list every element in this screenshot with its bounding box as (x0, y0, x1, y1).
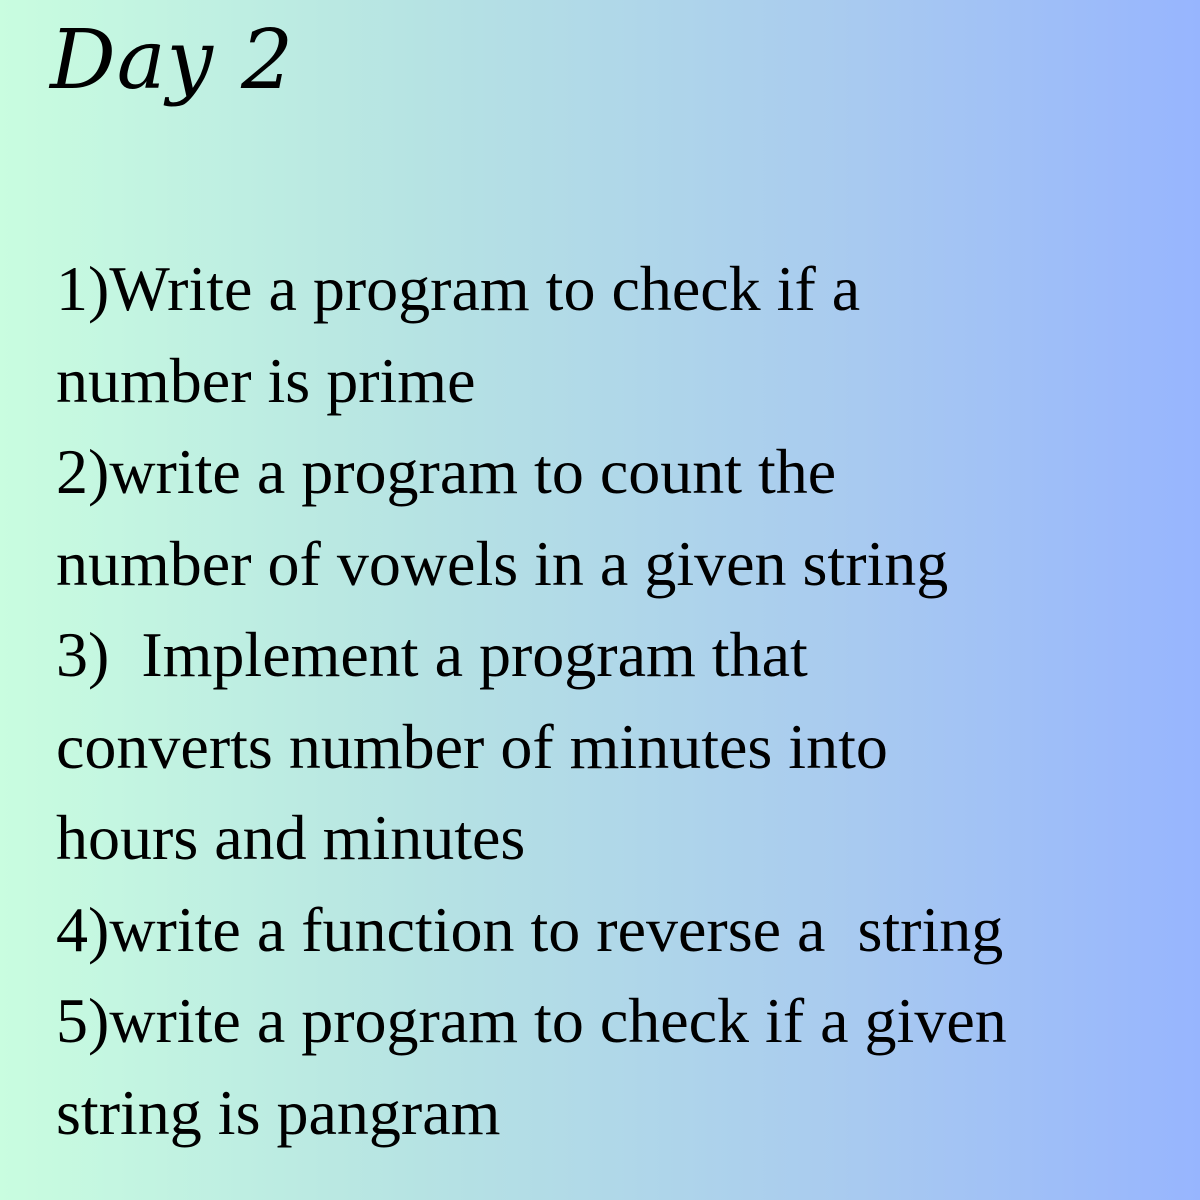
task-text-line: string is pangram (56, 1076, 501, 1148)
task-text-line: converts number of minutes into (56, 710, 888, 782)
task-text-line: 5)write a program to check if a given (56, 985, 1007, 1056)
task-text-line: 4)write a function to reverse a string (56, 893, 1004, 965)
task-text-line: hours and minutes (56, 802, 526, 873)
task-text-line: 3) Implement a program that (56, 619, 808, 690)
task-item: 1)Write a program to check if a number i… (56, 243, 1176, 426)
page-title: Day 2 (50, 13, 295, 108)
task-item: 5)write a program to check if a given st… (56, 975, 1176, 1158)
task-text-line: number is prime (56, 344, 476, 416)
task-list: 1)Write a program to check if a number i… (56, 243, 1176, 1158)
task-item: 4)write a function to reverse a string (56, 884, 1176, 976)
page-background: Day 2 1)Write a program to check if a nu… (0, 0, 1200, 1200)
task-text-line: 2)write a program to count the (56, 436, 837, 507)
task-text-line: number of vowels in a given string (56, 527, 949, 599)
task-item: 2)write a program to count the number of… (56, 426, 1176, 609)
task-item: 3) Implement a program that converts num… (56, 609, 1176, 884)
task-text-line: 1)Write a program to check if a (56, 253, 861, 324)
